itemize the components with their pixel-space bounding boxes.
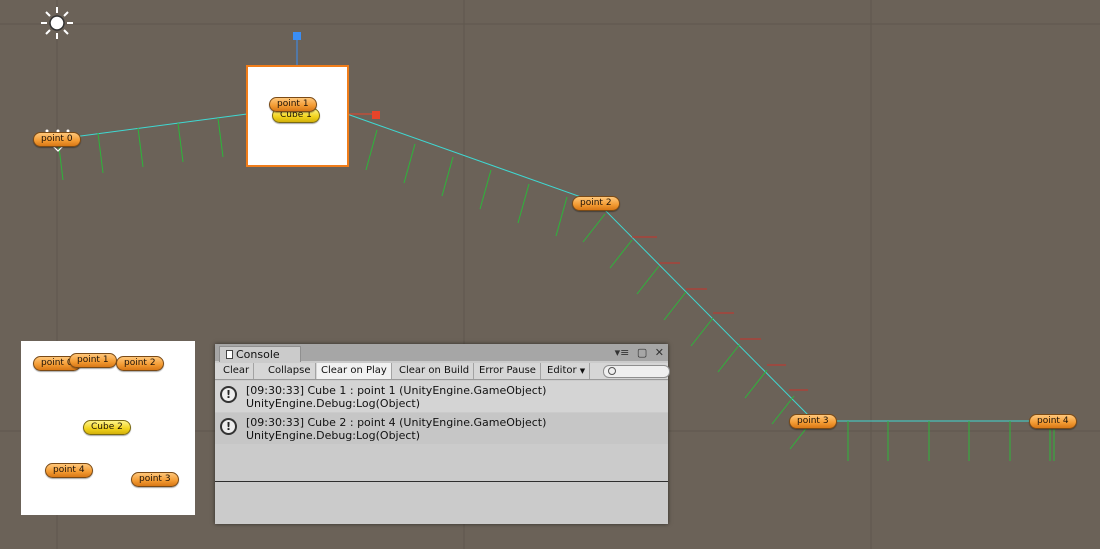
log-entry[interactable]: ! [09:30:33] Cube 1 : point 1 (UnityEngi… [215,381,668,412]
log-message: [09:30:33] Cube 2 : point 4 (UnityEngine… [246,416,547,429]
camera-preview-panel: point 0 point 1 point 2 Cube 2 point 4 p… [21,341,195,515]
detail-pane-divider[interactable] [215,481,668,482]
maximize-icon[interactable]: ▢ [637,346,647,359]
collapse-button[interactable]: Collapse [264,363,316,379]
console-tab-title: Console [236,348,280,361]
console-tab[interactable]: Console [219,346,301,362]
clear-on-build-button[interactable]: Clear on Build [395,363,475,379]
close-icon[interactable]: ✕ [655,346,664,359]
point-1-label[interactable]: point 1 [269,97,317,112]
clear-on-play-button[interactable]: Clear on Play [317,363,392,379]
point-4-label[interactable]: point 4 [1029,414,1077,429]
info-icon: ! [220,418,237,435]
preview-point-3-label: point 3 [131,472,179,487]
point-3-label[interactable]: point 3 [789,414,837,429]
console-toolbar: Clear Collapse Clear on Play Clear on Bu… [215,363,670,380]
point-0-label[interactable]: point 0 [33,132,81,147]
console-tabbar: Console ▾≡ ▢ ✕ [215,344,668,362]
window-controls: ▾≡ ▢ ✕ [611,346,664,359]
error-pause-button[interactable]: Error Pause [475,363,541,379]
clear-button[interactable]: Clear [219,363,255,379]
console-search-input[interactable] [603,365,670,378]
preview-point-2-label: point 2 [116,356,164,371]
directional-light-icon[interactable] [41,7,73,39]
editor-dropdown-label: Editor [547,365,577,376]
log-message: [09:30:33] Cube 1 : point 1 (UnityEngine… [246,384,547,397]
chevron-down-icon: ▼ [579,367,586,375]
info-icon: ! [220,386,237,403]
preview-point-1-label: point 1 [69,353,117,368]
log-stack: UnityEngine.Debug:Log(Object) [246,429,421,442]
preview-point-4-label: point 4 [45,463,93,478]
preview-cube-2-label: Cube 2 [83,420,131,435]
tab-menu-icon[interactable]: ▾≡ [615,346,630,359]
search-icon [608,367,616,375]
editor-dropdown[interactable]: Editor ▼ [543,363,591,379]
console-doc-icon [226,350,233,359]
log-entry[interactable]: ! [09:30:33] Cube 2 : point 4 (UnityEngi… [215,413,668,444]
point-2-label[interactable]: point 2 [572,196,620,211]
console-window[interactable]: Console ▾≡ ▢ ✕ Clear Collapse Clear on P… [215,344,670,524]
log-stack: UnityEngine.Debug:Log(Object) [246,397,421,410]
